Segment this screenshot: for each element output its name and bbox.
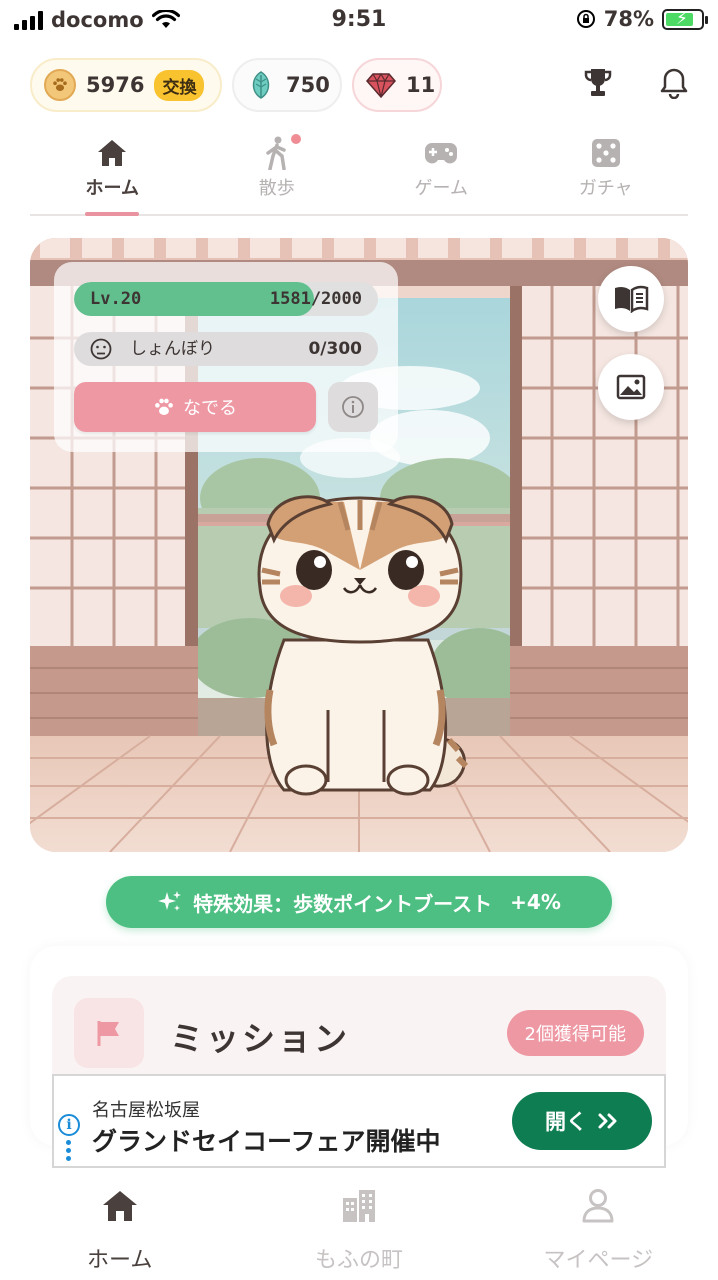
nav-label: もふの町 [314,1248,403,1273]
bottom-navigation: ホーム もふの町 マイページ [0,1172,718,1280]
ad-options-icon[interactable] [66,1140,71,1161]
paw-coin-icon [44,69,76,101]
pet-status-panel: Lv.20 1581/2000 しょんぼり 0/300 なでる [54,262,398,452]
flag-icon [74,998,144,1068]
tab-home[interactable]: ホーム [30,134,195,216]
tab-label: ゲーム [414,178,468,199]
leaf-balance[interactable]: 750 [232,58,342,112]
sad-face-icon [90,338,112,360]
trophy-icon[interactable] [582,66,614,100]
double-chevron-right-icon [598,1113,617,1129]
info-icon [342,396,364,418]
top-tabs: ホーム 散歩 ゲーム ガチャ [30,134,688,216]
nav-label: マイページ [543,1248,654,1273]
ad-banner[interactable]: i 名古屋松坂屋 グランドセイコーフェア開催中 開く [52,1074,666,1168]
mood-value: 0/300 [308,339,362,359]
exchange-button[interactable]: 交換 [154,69,205,101]
ad-cta-label: 開く [545,1110,587,1134]
tab-label: 散歩 [258,178,295,199]
tab-label: ガチャ [578,178,633,199]
leaf-icon [246,69,276,101]
effect-value: +4% [510,890,561,914]
paw-icon [155,398,173,416]
xp-text: 1581/2000 [269,289,362,309]
nav-mypage[interactable]: マイページ [479,1172,718,1280]
album-button[interactable] [598,266,664,332]
bell-icon[interactable] [658,66,690,100]
photo-button[interactable] [598,354,664,420]
gem-icon [366,69,396,101]
gem-balance[interactable]: 11 [352,58,442,112]
book-icon [615,285,649,313]
tab-label: ホーム [85,178,139,199]
walking-icon [264,134,290,172]
cat-character[interactable] [244,490,476,802]
tab-game[interactable]: ゲーム [359,134,524,214]
mission-title: ミッション [170,1019,350,1058]
gem-value: 11 [406,73,436,97]
person-icon [580,1186,616,1226]
tab-walk[interactable]: 散歩 [195,134,360,214]
dice-icon [591,134,621,172]
nav-label: ホーム [86,1248,153,1273]
gamepad-icon [424,134,458,172]
coin-balance[interactable]: 5976 交換 [30,58,222,112]
pet-room-scene: Lv.20 1581/2000 しょんぼり 0/300 なでる [30,238,688,852]
orientation-lock-icon [576,10,595,28]
ad-info-icon[interactable]: i [58,1114,80,1136]
tab-gacha[interactable]: ガチャ [524,134,689,214]
sparkle-icon [158,891,182,911]
pet-button[interactable]: なでる [74,382,316,432]
home-icon [96,134,128,172]
level-label: Lv.20 [90,289,142,309]
header-icons [582,66,690,100]
leaf-value: 750 [286,73,330,97]
special-effect-badge: 特殊効果：歩数ポイントブースト +4% [106,876,612,928]
notification-dot [290,134,301,144]
mission-available-badge: 2個獲得可能 [506,1010,644,1056]
mood-bar: しょんぼり 0/300 [74,332,378,366]
info-button[interactable] [328,382,378,432]
mood-label: しょんぼり [130,339,215,359]
nav-home[interactable]: ホーム [0,1172,239,1280]
effect-text: 特殊効果：歩数ポイントブースト [193,891,493,916]
photo-icon [616,374,646,400]
ad-open-button[interactable]: 開く [512,1092,652,1150]
level-progress-bar: Lv.20 1581/2000 [74,282,378,316]
buildings-icon [340,1186,378,1226]
ad-advertiser: 名古屋松坂屋 [92,1100,200,1121]
status-bar-right: 78% ⚡ [576,7,708,31]
ad-headline: グランドセイコーフェア開催中 [92,1127,441,1156]
status-bar: docomo 9:51 78% ⚡ [0,0,718,44]
pet-button-label: なでる [183,398,237,419]
currency-row: 5976 交換 750 11 [30,58,442,112]
home-icon [101,1186,139,1226]
nav-town[interactable]: もふの町 [239,1172,478,1280]
battery-percent: 78% [603,7,654,31]
battery-icon: ⚡ [662,8,708,30]
coin-value: 5976 [86,73,145,97]
